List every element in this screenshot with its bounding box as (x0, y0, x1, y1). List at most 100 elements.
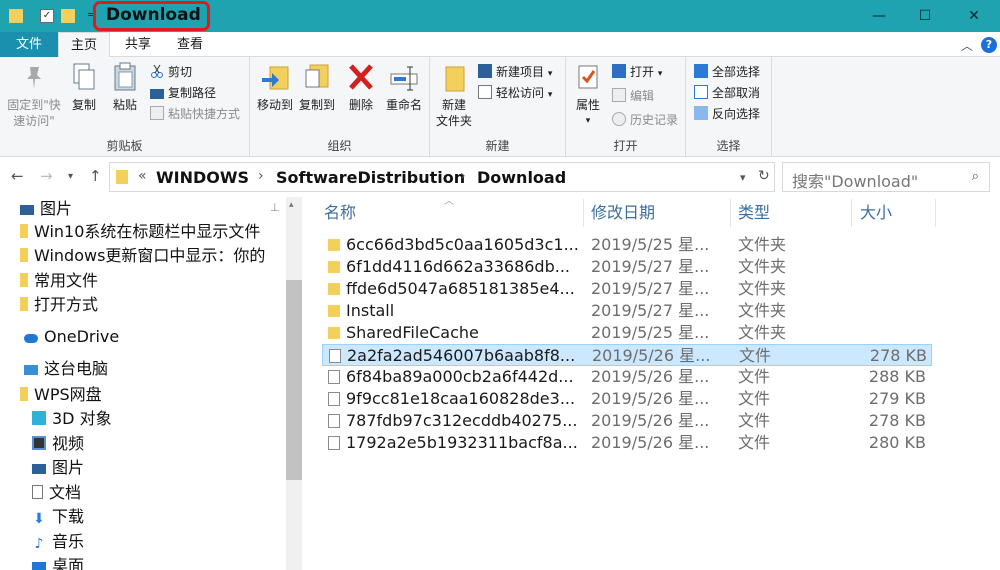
history-icon (612, 112, 626, 126)
nav-item-this-pc[interactable]: 这台电脑 (24, 357, 108, 381)
select-group-title: 选择 (716, 139, 741, 153)
nav-item-documents[interactable]: 文档 (32, 481, 81, 505)
file-type: 文件 (738, 411, 771, 430)
history-button[interactable]: 历史记录 (612, 110, 678, 130)
properties-button[interactable]: 属性 ▾ (570, 61, 606, 129)
folder-row[interactable]: 6cc66d3bd5c0aa1605d3c1... 2019/5/25 星... 文… (322, 234, 932, 256)
address-dropdown-icon[interactable]: ▾ (740, 171, 746, 184)
nav-item-common-files[interactable]: 常用文件 (20, 269, 98, 293)
column-header-date[interactable]: 修改日期 (579, 199, 731, 227)
nav-item-videos[interactable]: 视频 (32, 432, 84, 456)
nav-scrollbar-thumb[interactable] (286, 280, 302, 480)
nav-item-downloads[interactable]: ⬇ 下载 (32, 505, 84, 529)
invert-selection-button[interactable]: 反向选择 (694, 104, 760, 124)
search-input[interactable]: 搜索"Download" ⌕ (782, 162, 990, 192)
nav-item-wps-drive[interactable]: WPS网盘 (20, 383, 102, 407)
address-bar[interactable]: « WINDOWS › SoftwareDistribution › Downl… (109, 162, 775, 192)
rename-button[interactable]: 重命名 (382, 61, 426, 113)
copy-button[interactable]: 复制 (66, 61, 102, 113)
nav-item-music[interactable]: ♪ 音乐 (32, 530, 84, 554)
select-all-button[interactable]: 全部选择 (694, 62, 760, 82)
recent-chevron-down-icon[interactable]: ▾ (68, 171, 73, 182)
invert-selection-icon (694, 106, 708, 120)
breadcrumb-softwaredistribution[interactable]: SoftwareDistribution (276, 168, 465, 187)
minimize-button[interactable]: — (856, 0, 902, 32)
breadcrumb-download[interactable]: Download (477, 168, 566, 187)
copy-path-button[interactable]: 复制路径 (150, 83, 216, 103)
nav-item-pictures[interactable]: 图片 (32, 456, 84, 480)
file-row[interactable]: 9f9cc81e18caa160828de3... 2019/5/26 星... 文… (322, 388, 932, 410)
folder-row[interactable]: SharedFileCache 2019/5/25 星... 文件夹 (322, 322, 932, 344)
nav-item-open-with[interactable]: 打开方式 (20, 293, 98, 317)
select-none-label: 全部取消 (712, 86, 761, 100)
rename-label: 重命名 (385, 98, 422, 112)
file-type: 文件夹 (738, 323, 787, 342)
nav-item-win10-folder[interactable]: Win10系统在标题栏中显示文件 (20, 220, 260, 244)
music-icon: ♪ (34, 536, 44, 552)
nav-item-desktop[interactable]: 桌面 (32, 554, 84, 570)
new-folder-icon[interactable] (61, 9, 75, 23)
scroll-up-icon[interactable]: ▴ (289, 200, 294, 210)
nav-item-pictures-pinned[interactable]: 图片 (20, 197, 72, 221)
file-date: 2019/5/27 星... (591, 279, 710, 298)
tab-share[interactable]: 共享 (112, 32, 164, 57)
properties-check-icon[interactable]: ✓ (40, 9, 54, 23)
breadcrumb-windows[interactable]: WINDOWS (156, 168, 249, 187)
back-arrow-icon[interactable]: ← (11, 167, 24, 185)
file-date: 2019/5/26 星... (591, 433, 710, 452)
easy-access-button[interactable]: 轻松访问 ▾ (478, 83, 552, 103)
file-row[interactable]: 787fdb97c312ecddb40275... 2019/5/26 星... 文… (322, 410, 932, 432)
folder-row[interactable]: ffde6d5047a685181385e4... 2019/5/27 星... 文… (322, 278, 932, 300)
cut-button[interactable]: 剪切 (150, 62, 192, 82)
column-header-type[interactable]: 类型 (726, 199, 852, 227)
refresh-icon[interactable]: ↻ (758, 168, 770, 184)
up-arrow-icon[interactable]: ↑ (89, 167, 102, 185)
nav-item-onedrive[interactable]: OneDrive (24, 325, 119, 349)
search-icon[interactable]: ⌕ (972, 169, 979, 184)
pin-icon[interactable]: ⊥ (270, 201, 280, 214)
file-row[interactable]: 6f84ba89a000cb2a6f442d... 2019/5/26 星... 文… (322, 366, 932, 388)
new-item-button[interactable]: 新建项目 ▾ (478, 62, 552, 82)
tab-home[interactable]: 主页 (58, 32, 110, 58)
copy-to-icon (302, 61, 332, 93)
paste-button[interactable]: 粘贴 (106, 61, 144, 113)
rename-icon (389, 61, 419, 93)
pin-quick-access-button[interactable]: 固定到"快速访问" (5, 61, 63, 129)
nav-item-windows-update-folder[interactable]: Windows更新窗口中显示：你的 (20, 244, 265, 268)
close-button[interactable]: ✕ (951, 0, 997, 32)
paste-shortcut-button[interactable]: 粘贴快捷方式 (150, 104, 240, 124)
new-folder-icon (439, 61, 469, 93)
help-icon[interactable]: ? (981, 37, 997, 53)
copy-to-button[interactable]: 复制到 (296, 61, 338, 113)
file-row[interactable]: 2a2fa2ad546007b6aab8f8... 2019/5/26 星... 文… (322, 344, 932, 366)
chevron-right-icon[interactable]: › (460, 168, 466, 184)
chevron-right-icon[interactable]: › (258, 168, 264, 184)
copy-icon (69, 61, 99, 93)
edit-button[interactable]: 编辑 (612, 86, 654, 106)
maximize-button[interactable]: ☐ (902, 0, 948, 32)
overflow-breadcrumb[interactable]: « (138, 168, 147, 184)
new-item-icon (478, 64, 492, 78)
nav-item-3d-objects[interactable]: 3D 对象 (32, 407, 112, 431)
select-none-button[interactable]: 全部取消 (694, 83, 760, 103)
file-type: 文件 (738, 433, 771, 452)
forward-arrow-icon[interactable]: → (40, 167, 53, 185)
open-button[interactable]: 打开 ▾ (612, 62, 662, 82)
new-folder-button[interactable]: 新建 文件夹 (434, 61, 474, 129)
nav-item-label: 这台电脑 (44, 359, 109, 378)
tab-view[interactable]: 查看 (164, 32, 216, 57)
open-group: 属性 ▾ 打开 ▾ 编辑 历史记录 打开 (566, 57, 686, 157)
tab-file[interactable]: 文件 (0, 32, 58, 57)
folder-row[interactable]: Install 2019/5/27 星... 文件夹 (322, 300, 932, 322)
collapse-ribbon-icon[interactable]: ︿ (961, 37, 973, 54)
column-header-size[interactable]: 大小 (848, 199, 936, 227)
file-row[interactable]: 1792a2e5b1932311bacf8a... 2019/5/26 星... 文… (322, 432, 932, 454)
folder-row[interactable]: 6f1dd4116d662a33686db... 2019/5/27 星... 文件… (322, 256, 932, 278)
move-to-button[interactable]: 移动到 (254, 61, 296, 113)
column-header-name[interactable]: 名称 (312, 199, 584, 227)
pictures-icon (32, 464, 46, 474)
delete-button[interactable]: 删除 (344, 61, 378, 113)
copy-label: 复制 (71, 98, 96, 112)
file-type: 文件 (738, 367, 771, 386)
paste-shortcut-label: 粘贴快捷方式 (168, 107, 241, 121)
